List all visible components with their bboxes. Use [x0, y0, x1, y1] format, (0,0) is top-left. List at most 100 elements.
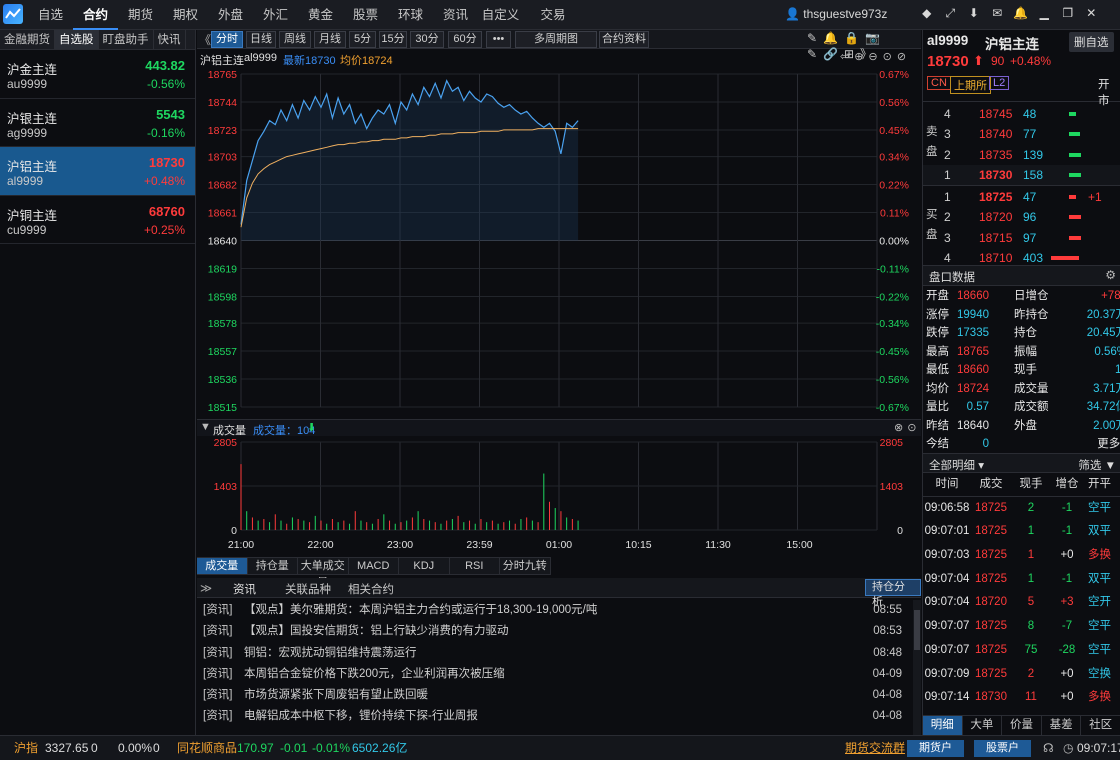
period-button-7[interactable]: 60分	[448, 31, 482, 48]
layers-icon[interactable]: ◆	[915, 6, 939, 21]
bell-icon[interactable]: 🔔	[1009, 6, 1033, 21]
period-button-0[interactable]: 分时	[211, 31, 243, 48]
trade-row: 09:07:03 18725 1 +0 多换	[923, 544, 1120, 568]
news-item[interactable]: [资讯] 【观点】美尔雅期货：本周沪铝主力合约或运行于18,300-19,000元…	[197, 600, 912, 621]
app-logo[interactable]	[3, 4, 23, 24]
news-item[interactable]: [资讯] 电解铝成本中枢下移，锂价持续下探-行业周报 04-08	[197, 706, 912, 727]
nav-item-11[interactable]: 交易	[523, 0, 583, 30]
chart-zoom-controls[interactable]: ⇦⊕⊖⊙⊘	[840, 50, 911, 63]
detail-tab-4[interactable]: 社区	[1081, 716, 1120, 735]
nav-item-3[interactable]: 期权	[163, 0, 208, 30]
minimize-button[interactable]: ▁	[1033, 6, 1057, 21]
tab-related-products[interactable]: 关联品种	[285, 581, 331, 597]
filter-button[interactable]: 筛选 ▼	[1078, 457, 1116, 473]
left-tab-1[interactable]: 自选股	[55, 30, 99, 49]
news-item[interactable]: [资讯] 铜铝：宏观扰动铜铝维持震荡运行 08:48	[197, 643, 912, 664]
trade-price: 18725	[975, 549, 1007, 562]
period-button-2[interactable]: 周线	[279, 31, 311, 48]
period-button-9[interactable]: 多周期图	[515, 31, 597, 48]
remove-watchlist-button[interactable]: 删自选	[1069, 32, 1114, 52]
ask-level[interactable]: 1 18730 158	[923, 164, 1120, 186]
period-button-5[interactable]: 15分	[379, 31, 407, 48]
user-name[interactable]: 👤 thsguestve973z	[785, 7, 887, 21]
futures-account-button[interactable]: 期货户	[907, 740, 964, 757]
headset-icon[interactable]: ☊	[1043, 736, 1054, 760]
news-scrollbar[interactable]	[913, 600, 921, 735]
indicator-tab-2[interactable]: 大单成交量	[298, 557, 349, 589]
detail-tab-2[interactable]: 价量	[1002, 716, 1042, 735]
bid-level[interactable]: 1 18725 47 +1	[923, 187, 1120, 207]
more-link[interactable]: 更多>	[1067, 435, 1120, 454]
news-title: 【观点】美尔雅期货：本周沪铝主力合约或运行于18,300-19,000元/吨	[244, 604, 598, 616]
volume-chart[interactable]: 2805 2805 1403 1403 0 0 21:00 22:00 23:00 23:59 01…	[197, 436, 921, 556]
ask-level[interactable]: 4 18745 48	[923, 104, 1120, 124]
tab-news[interactable]: 资讯	[233, 581, 256, 597]
collapse-left-icon[interactable]: 《	[199, 31, 211, 48]
indicator-tab-4[interactable]: KDJ	[399, 557, 450, 575]
nav-item-0[interactable]: 自选	[28, 0, 73, 30]
nav-item-8[interactable]: 环球	[388, 0, 433, 30]
volume-collapse-icon[interactable]: ▼	[200, 421, 211, 433]
tab-related-contracts[interactable]: 相关合约	[348, 581, 394, 597]
bid-level[interactable]: 2 18720 96	[923, 207, 1120, 227]
watchlist-row[interactable]: 沪铜主连 cu9999 68760 +0.25%	[0, 196, 195, 244]
index-name[interactable]: 沪指	[14, 736, 38, 760]
maximize-button[interactable]: ❐	[1056, 6, 1080, 21]
nav-item-7[interactable]: 股票	[343, 0, 388, 30]
nav-item-2[interactable]: 期货	[118, 0, 163, 30]
download-icon[interactable]: ⬇	[962, 6, 986, 21]
detail-tab-3[interactable]: 基差	[1042, 716, 1082, 735]
left-tab-2[interactable]: 盯盘助手	[99, 30, 154, 49]
trades-title[interactable]: 全部明细 ▾	[929, 457, 984, 473]
trade-row: 09:07:14 18730 11 +0 多换	[923, 686, 1120, 710]
futures-group-link[interactable]: 期货交流群	[845, 736, 905, 760]
mail-icon[interactable]: ✉	[986, 6, 1010, 21]
nav-item-6[interactable]: 黄金	[298, 0, 343, 30]
left-tab-0[interactable]: 金融期货	[0, 30, 55, 49]
ask-level[interactable]: 3 18740 77	[923, 124, 1120, 144]
settings-icon[interactable]: ⚙	[1105, 268, 1116, 282]
watchlist-row[interactable]: 沪银主连 ag9999 5543 -0.16%	[0, 99, 195, 147]
period-button-8[interactable]: •••	[486, 31, 511, 48]
left-tab-3[interactable]: 快讯	[154, 30, 186, 49]
nav-item-4[interactable]: 外盘	[208, 0, 253, 30]
volume-bar	[1069, 152, 1081, 157]
period-button-6[interactable]: 30分	[410, 31, 444, 48]
stat-label: 日增仓	[1014, 290, 1049, 302]
trade-price: 18730	[975, 691, 1007, 704]
indicator-tab-6[interactable]: 分时九转	[500, 557, 551, 575]
news-item[interactable]: [资讯] 市场货源紧张下周废铝有望止跌回暖 04-08	[197, 685, 912, 706]
period-button-4[interactable]: 5分	[349, 31, 376, 48]
detail-tab-1[interactable]: 大单	[963, 716, 1003, 735]
nav-item-10[interactable]: 自定义	[478, 0, 523, 30]
nav-item-5[interactable]: 外汇	[253, 0, 298, 30]
watchlist-row[interactable]: 沪金主连 au9999 443.82 -0.56%	[0, 50, 195, 99]
detail-tab-0[interactable]: 明细	[923, 716, 963, 735]
stat-label: 现手	[1014, 364, 1037, 376]
trade-type: 双平	[1088, 525, 1111, 538]
nav-item-1[interactable]: 合约	[73, 0, 118, 30]
period-button-10[interactable]: 合约资料	[599, 31, 649, 48]
position-analysis-button[interactable]: 持仓分析	[865, 579, 921, 608]
watchlist-row[interactable]: 沪铝主连 al9999 18730 +0.48%	[0, 147, 195, 196]
news-item[interactable]: [资讯] 本周铝合金锭价格下跌200元，企业利润再次被压缩 04-09	[197, 664, 912, 685]
bid-level[interactable]: 3 18715 97	[923, 228, 1120, 248]
intraday-price-chart[interactable]: 18765 18744 18723 18703 18682 18661 18640 18619…	[197, 67, 921, 419]
nav-item-9[interactable]: 资讯	[433, 0, 478, 30]
stock-account-button[interactable]: 股票户	[974, 740, 1031, 757]
period-button-1[interactable]: 日线	[246, 31, 276, 48]
y-pct-label: 0.22%	[879, 180, 909, 192]
stat-value: 2.00万	[1093, 419, 1120, 432]
indicator-tab-0[interactable]: 成交量	[197, 557, 248, 575]
collapse-news-icon[interactable]: ≫	[200, 581, 212, 595]
news-item[interactable]: [资讯] 【观点】国投安信期货：铝上行缺少消费的有力驱动 08:53	[197, 621, 912, 642]
indicator-tab-3[interactable]: MACD	[348, 557, 399, 575]
period-button-3[interactable]: 月线	[314, 31, 346, 48]
ask-level[interactable]: 2 18735 139	[923, 145, 1120, 165]
volume-panel-controls[interactable]: ⊗⊙	[894, 421, 920, 434]
fullscreen-icon[interactable]: ⤢	[939, 6, 963, 21]
indicator-tab-1[interactable]: 持仓量	[247, 557, 298, 575]
indicator-tab-5[interactable]: RSI	[449, 557, 500, 575]
ths-commodity-name[interactable]: 同花顺商品	[177, 736, 237, 760]
close-button[interactable]: ✕	[1080, 6, 1104, 21]
